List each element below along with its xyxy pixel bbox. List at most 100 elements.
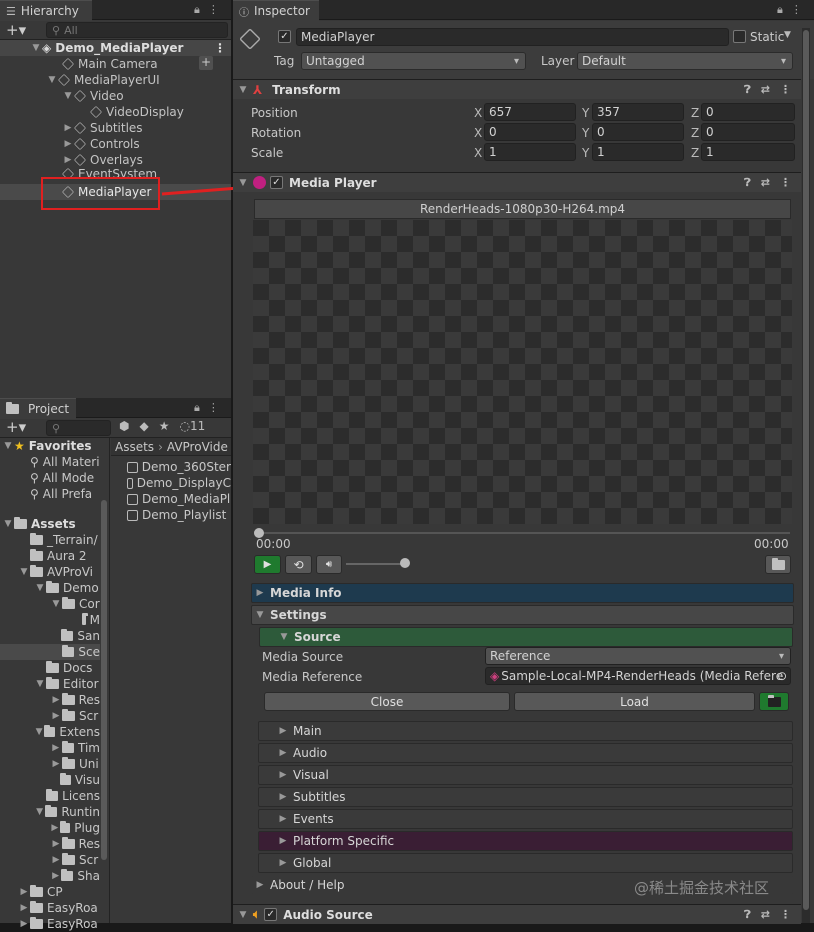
favorites-item[interactable]: ▼ ★ Favorites (0, 438, 110, 454)
hierarchy-item[interactable]: ▶ Controls (0, 136, 229, 152)
collapsed-icon[interactable]: ▶ (18, 903, 30, 913)
tab-project[interactable]: Project (0, 398, 76, 419)
collapsed-icon[interactable]: ▶ (62, 155, 74, 165)
label-icon[interactable]: ◆ (139, 419, 148, 433)
transform-z-input[interactable]: 0 (701, 103, 795, 121)
add-icon[interactable]: +▾ (6, 21, 26, 39)
tree-folder-item[interactable]: ▶ Scr (0, 852, 100, 868)
tree-folder-item[interactable]: ▼ AVProVi (0, 564, 100, 580)
collapsed-icon[interactable]: ▶ (277, 814, 289, 824)
transform-z-input[interactable]: 0 (701, 123, 795, 141)
tree-folder-item[interactable]: ▼ Demo (0, 580, 100, 596)
scene-item[interactable]: ▼ ◈ Demo_MediaPlayer ⋮ (0, 40, 229, 56)
section-foldout[interactable]: ▶ Subtitles (258, 787, 793, 807)
static-label[interactable]: Static (750, 30, 784, 44)
preset-icon[interactable]: ⇄ (761, 176, 770, 190)
section-foldout[interactable]: ▶ Visual (258, 765, 793, 785)
assets-item[interactable]: ▼ Assets (0, 516, 110, 532)
add-icon[interactable]: +▾ (6, 418, 26, 436)
favorite-item[interactable]: ⚲ All Prefa (0, 486, 110, 502)
collapsed-icon[interactable]: ▶ (50, 823, 60, 833)
timeline-track[interactable] (258, 532, 790, 534)
tree-folder-item[interactable]: ▶ Scr (0, 708, 100, 724)
collapsed-icon[interactable]: ▶ (62, 123, 74, 133)
static-checkbox[interactable] (733, 30, 746, 43)
enabled-checkbox[interactable]: ✓ (270, 176, 283, 189)
expand-icon[interactable]: ▼ (278, 632, 290, 642)
hierarchy-item[interactable]: ▶ Subtitles (0, 120, 229, 136)
media-reference-field[interactable]: ◈ Sample-Local-MP4-RenderHeads (Media Ref… (485, 667, 791, 685)
collapsed-icon[interactable]: ▶ (50, 839, 62, 849)
tag-dropdown[interactable]: Untagged (301, 52, 526, 70)
collapsed-icon[interactable]: ▶ (277, 836, 289, 846)
tree-folder-item[interactable]: Sce (0, 644, 100, 660)
add-icon[interactable]: + (199, 56, 213, 70)
expand-icon[interactable]: ▼ (237, 910, 249, 920)
inspector-scrollbar[interactable] (802, 28, 810, 923)
collapsed-icon[interactable]: ▶ (50, 759, 62, 769)
transform-x-input[interactable]: 657 (484, 103, 576, 121)
file-item[interactable]: Demo_MediaPl (127, 491, 231, 507)
mute-button[interactable]: 🔊︎ (316, 555, 342, 574)
collapsed-icon[interactable]: ▶ (62, 139, 74, 149)
transform-x-input[interactable]: 1 (484, 143, 576, 161)
more-icon[interactable]: ⋮ (791, 3, 802, 17)
collapsed-icon[interactable]: ▶ (50, 743, 62, 753)
tree-folder-item[interactable]: Licens (0, 788, 100, 804)
file-item[interactable]: Demo_360Ster (127, 459, 231, 475)
collapsed-icon[interactable]: ▶ (18, 887, 30, 897)
expand-icon[interactable]: ▼ (34, 807, 45, 817)
section-foldout[interactable]: ▶ Main (258, 721, 793, 741)
tree-folder-item[interactable]: San (0, 628, 100, 644)
expand-icon[interactable]: ▼ (62, 91, 74, 101)
collapsed-icon[interactable]: ▶ (50, 695, 62, 705)
hierarchy-item[interactable]: ▼ MediaPlayerUI (0, 72, 229, 88)
collapsed-icon[interactable]: ▶ (277, 858, 289, 868)
expand-icon[interactable]: ▼ (46, 75, 58, 85)
tree-folder-item[interactable]: ▶ EasyRoa (0, 916, 100, 932)
tree-folder-item[interactable]: ▶ CP (0, 884, 100, 900)
hierarchy-item[interactable]: Main Camera (0, 56, 229, 72)
enabled-checkbox[interactable]: ✓ (264, 908, 278, 921)
tree-folder-item[interactable]: ▶ Sha (0, 868, 100, 884)
tree-folder-item[interactable]: Docs (0, 660, 100, 676)
file-item[interactable]: Demo_Playlist (127, 507, 231, 523)
play-button[interactable]: ▶ (254, 555, 281, 574)
media-info-foldout[interactable]: ▶ Media Info (251, 583, 794, 603)
collapsed-icon[interactable]: ▶ (254, 588, 266, 598)
collapsed-icon[interactable]: ▶ (50, 871, 61, 881)
file-item[interactable]: Demo_DisplayC (127, 475, 231, 491)
loop-button[interactable]: ⟲ (285, 555, 312, 574)
browse-folder-button[interactable] (759, 692, 789, 711)
chevron-down-icon[interactable]: ▼ (784, 30, 791, 40)
section-foldout[interactable]: ▶ Global (258, 853, 793, 873)
tree-folder-item[interactable]: Aura 2 (0, 548, 100, 564)
transform-z-input[interactable]: 1 (701, 143, 795, 161)
transform-y-input[interactable]: 357 (592, 103, 684, 121)
tab-hierarchy[interactable]: ☰ Hierarchy (0, 0, 92, 21)
transform-y-input[interactable]: 0 (592, 123, 684, 141)
tree-folder-item[interactable]: ▼ Cor (0, 596, 100, 612)
expand-icon[interactable]: ▼ (34, 583, 46, 593)
hierarchy-search-input[interactable]: ⚲ All (46, 22, 228, 38)
expand-icon[interactable]: ▼ (254, 610, 266, 620)
tree-folder-item[interactable]: ▶ Res (0, 692, 100, 708)
tree-folder-item[interactable]: ▶ Tim (0, 740, 100, 756)
collapsed-icon[interactable]: ▶ (277, 748, 289, 758)
more-icon[interactable]: ⋮ (780, 176, 791, 190)
tree-folder-item[interactable]: Visu (0, 772, 100, 788)
favorite-item[interactable]: ⚲ All Materi (0, 454, 110, 470)
tree-scrollbar[interactable] (101, 500, 107, 860)
section-foldout[interactable]: ▶ Platform Specific (258, 831, 793, 851)
tab-inspector[interactable]: ⓘ Inspector (233, 0, 319, 21)
transform-header[interactable]: ▼ ⅄ Transform ❓︎ ⇄ ⋮ (233, 79, 801, 99)
object-name-input[interactable]: MediaPlayer (296, 28, 729, 46)
volume-slider[interactable] (346, 563, 406, 565)
expand-icon[interactable]: ▼ (2, 519, 14, 529)
collapsed-icon[interactable]: ▶ (50, 855, 62, 865)
settings-foldout[interactable]: ▼ Settings (251, 605, 794, 625)
tree-folder-item[interactable]: M (0, 612, 100, 628)
more-icon[interactable]: ⋮ (214, 41, 226, 55)
star-icon[interactable]: ★ (159, 419, 170, 433)
layer-dropdown[interactable]: Default (577, 52, 793, 70)
